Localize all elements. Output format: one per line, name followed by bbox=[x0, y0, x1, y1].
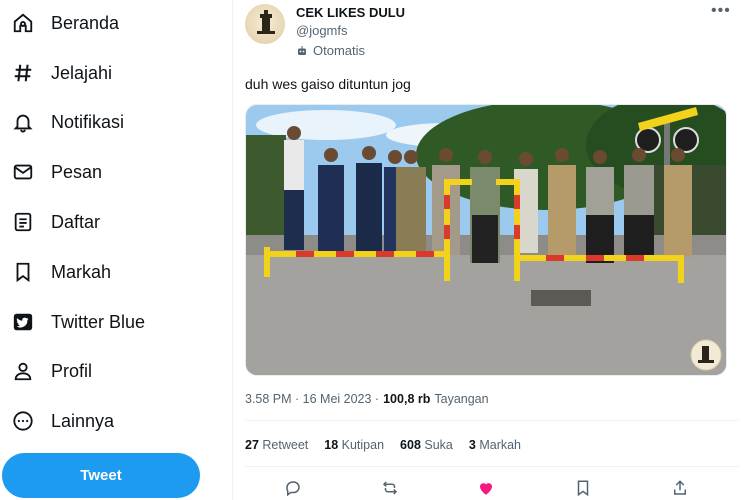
sidebar-item-label: Pesan bbox=[51, 161, 103, 182]
bookmark-label: Markah bbox=[479, 438, 522, 452]
quote-label: Kutipan bbox=[341, 438, 385, 452]
share-icon[interactable] bbox=[670, 478, 690, 498]
twitter-blue-icon bbox=[12, 311, 34, 333]
tweet-stats: 27 Retweet 18 Kutipan 608 Suka 3 Markah bbox=[245, 438, 537, 452]
tweet-meta: 3.58 PM · 16 Mei 2023 · 100,8 rb Tayanga… bbox=[245, 392, 489, 406]
bookmark-action-icon[interactable] bbox=[573, 478, 593, 498]
sidebar-item-notifikasi[interactable]: Notifikasi bbox=[0, 102, 124, 142]
sidebar-item-jelajahi[interactable]: Jelajahi bbox=[0, 53, 112, 93]
avatar[interactable] bbox=[245, 4, 285, 44]
bookmark-count: 3 bbox=[468, 438, 476, 452]
sidebar-item-label: Notifikasi bbox=[51, 111, 125, 132]
retweet-count: 27 bbox=[245, 438, 259, 452]
tweet: CEK LIKES DULU @jogmfs Otomatis ••• duh … bbox=[233, 0, 750, 500]
like-stat[interactable]: 608 Suka bbox=[400, 438, 453, 452]
like-label: Suka bbox=[424, 438, 453, 452]
more-circle-icon bbox=[12, 410, 34, 432]
like-count: 608 bbox=[400, 438, 421, 452]
reply-icon[interactable] bbox=[283, 478, 303, 498]
sidebar-item-daftar[interactable]: Daftar bbox=[0, 202, 100, 242]
sidebar-item-profil[interactable]: Profil bbox=[0, 351, 92, 391]
view-label: Tayangan bbox=[434, 392, 489, 406]
sidebar: Beranda Jelajahi Notifikasi Pesan Daftar bbox=[0, 0, 230, 500]
automated-label: Otomatis bbox=[296, 43, 365, 58]
view-count: 100,8 rb bbox=[383, 392, 431, 406]
sidebar-item-pesan[interactable]: Pesan bbox=[0, 152, 102, 192]
sidebar-item-label: Daftar bbox=[51, 211, 101, 232]
quote-stat[interactable]: 18 Kutipan bbox=[324, 438, 384, 452]
divider bbox=[245, 466, 739, 467]
tweet-actions bbox=[233, 478, 750, 498]
sidebar-item-label: Twitter Blue bbox=[51, 311, 146, 332]
bookmark-icon bbox=[12, 261, 34, 283]
retweet-stat[interactable]: 27 Retweet bbox=[245, 438, 308, 452]
bell-icon bbox=[12, 111, 34, 133]
hashtag-icon bbox=[12, 62, 34, 84]
tweet-button[interactable]: Tweet bbox=[2, 453, 200, 498]
person-icon bbox=[12, 360, 34, 382]
retweet-label: Retweet bbox=[262, 438, 309, 452]
sidebar-item-label: Profil bbox=[51, 360, 93, 381]
sidebar-item-label: Jelajahi bbox=[51, 62, 113, 83]
sidebar-item-lainnya[interactable]: Lainnya bbox=[0, 401, 114, 441]
sidebar-item-label: Markah bbox=[51, 261, 112, 282]
bookmark-stat[interactable]: 3 Markah bbox=[469, 438, 521, 452]
quote-count: 18 bbox=[324, 438, 339, 452]
timestamp[interactable]: 3.58 PM · 16 Mei 2023 · bbox=[245, 392, 379, 406]
display-name[interactable]: CEK LIKES DULU bbox=[296, 5, 405, 20]
sidebar-item-label: Lainnya bbox=[51, 410, 115, 431]
more-options-icon[interactable]: ••• bbox=[711, 2, 731, 20]
sidebar-item-markah[interactable]: Markah bbox=[0, 252, 111, 292]
app: Beranda Jelajahi Notifikasi Pesan Daftar bbox=[0, 0, 750, 500]
automated-text: Otomatis bbox=[313, 43, 366, 58]
divider bbox=[245, 420, 739, 421]
sidebar-item-twitter-blue[interactable]: Twitter Blue bbox=[0, 302, 145, 342]
robot-icon bbox=[298, 45, 306, 55]
list-icon bbox=[12, 211, 34, 233]
envelope-icon bbox=[12, 161, 34, 183]
handle[interactable]: @jogmfs bbox=[296, 23, 348, 38]
tweet-photo[interactable] bbox=[245, 104, 727, 376]
tweet-text: duh wes gaiso dituntun jog bbox=[245, 76, 411, 92]
sidebar-item-beranda[interactable]: Beranda bbox=[0, 3, 119, 43]
sidebar-item-label: Beranda bbox=[51, 12, 120, 33]
like-icon[interactable] bbox=[476, 478, 496, 498]
home-icon bbox=[12, 12, 34, 34]
retweet-icon[interactable] bbox=[380, 478, 400, 498]
